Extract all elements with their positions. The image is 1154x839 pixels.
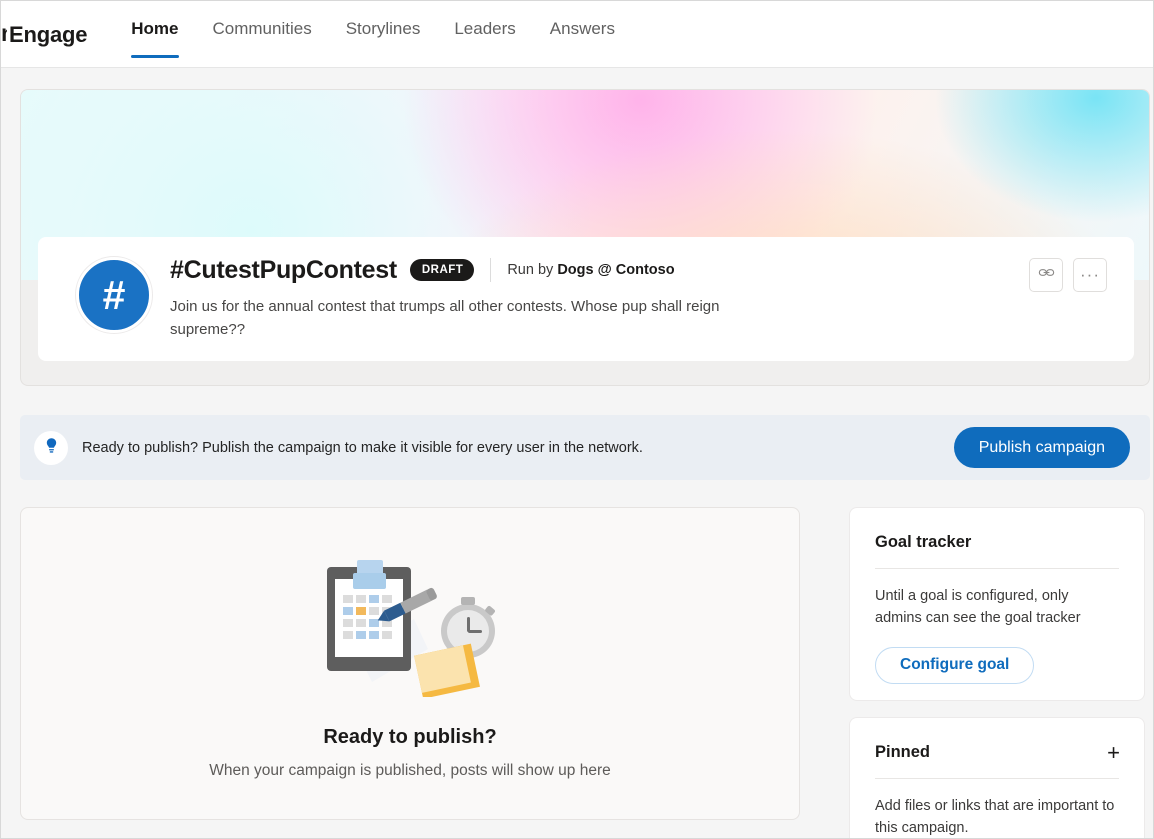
tab-communities[interactable]: Communities: [196, 1, 329, 67]
publish-campaign-button[interactable]: Publish campaign: [954, 427, 1130, 468]
tab-home[interactable]: Home: [114, 1, 195, 67]
campaign-avatar: #: [76, 257, 152, 333]
campaign-info-panel: # #CutestPupContest DRAFT Run by Dogs @ …: [38, 237, 1134, 361]
tab-storylines[interactable]: Storylines: [329, 1, 438, 67]
hashtag-icon: #: [103, 275, 126, 316]
ellipsis-icon: ···: [1080, 271, 1100, 279]
pinned-header: Pinned +: [850, 718, 1144, 762]
lightbulb-icon-circle: [34, 431, 68, 465]
clipboard-stopwatch-note-illustration: [310, 557, 510, 697]
campaign-owner: Run by Dogs @ Contoso: [507, 262, 674, 278]
app-brand-title: Engage: [7, 1, 87, 68]
app-window: n Engage Home Communities Storylines Lea…: [0, 0, 1154, 839]
tab-communities-label: Communities: [213, 19, 312, 38]
nav-tabs: Home Communities Storylines Leaders Answ…: [114, 1, 632, 68]
publish-prompt-banner: Ready to publish? Publish the campaign t…: [20, 415, 1150, 480]
goal-tracker-card: Goal tracker Until a goal is configured,…: [849, 507, 1145, 701]
tab-answers-label: Answers: [550, 19, 615, 38]
campaign-info-body: #CutestPupContest DRAFT Run by Dogs @ Co…: [170, 254, 1014, 342]
campaign-title: #CutestPupContest: [170, 256, 397, 285]
status-badge: DRAFT: [410, 259, 474, 281]
goal-tracker-header: Goal tracker: [850, 508, 1144, 552]
publish-prompt-text: Ready to publish? Publish the campaign t…: [82, 440, 643, 456]
tab-home-label: Home: [131, 19, 178, 38]
link-icon: [1038, 264, 1055, 286]
goal-tracker-title: Goal tracker: [875, 533, 971, 552]
tab-storylines-label: Storylines: [346, 19, 421, 38]
pinned-title: Pinned: [875, 743, 930, 762]
tab-leaders[interactable]: Leaders: [437, 1, 532, 67]
tab-leaders-label: Leaders: [454, 19, 515, 38]
copy-link-button[interactable]: [1029, 258, 1063, 292]
run-by-prefix: Run by: [507, 262, 553, 278]
empty-state: Ready to publish? When your campaign is …: [21, 557, 799, 780]
pinned-body: Add files or links that are important to…: [850, 779, 1144, 839]
empty-state-subtitle: When your campaign is published, posts w…: [209, 762, 611, 780]
posts-feed-card: Ready to publish? When your campaign is …: [20, 507, 800, 820]
lightbulb-icon: [43, 437, 60, 459]
campaign-title-row: #CutestPupContest DRAFT Run by Dogs @ Co…: [170, 254, 1014, 286]
plus-icon[interactable]: +: [1107, 745, 1120, 761]
tab-answers[interactable]: Answers: [533, 1, 632, 67]
run-by-name: Dogs @ Contoso: [557, 262, 674, 278]
more-options-button[interactable]: ···: [1073, 258, 1107, 292]
pinned-card: Pinned + Add files or links that are imp…: [849, 717, 1145, 839]
empty-state-title: Ready to publish?: [323, 726, 496, 749]
divider: [490, 258, 491, 282]
top-navigation-bar: n Engage Home Communities Storylines Lea…: [1, 1, 1154, 68]
goal-tracker-body: Until a goal is configured, only admins …: [850, 569, 1144, 630]
configure-goal-button[interactable]: Configure goal: [875, 647, 1034, 684]
campaign-action-buttons: ···: [1029, 258, 1107, 292]
campaign-banner-card: # #CutestPupContest DRAFT Run by Dogs @ …: [20, 89, 1150, 386]
campaign-description: Join us for the annual contest that trum…: [170, 295, 745, 342]
